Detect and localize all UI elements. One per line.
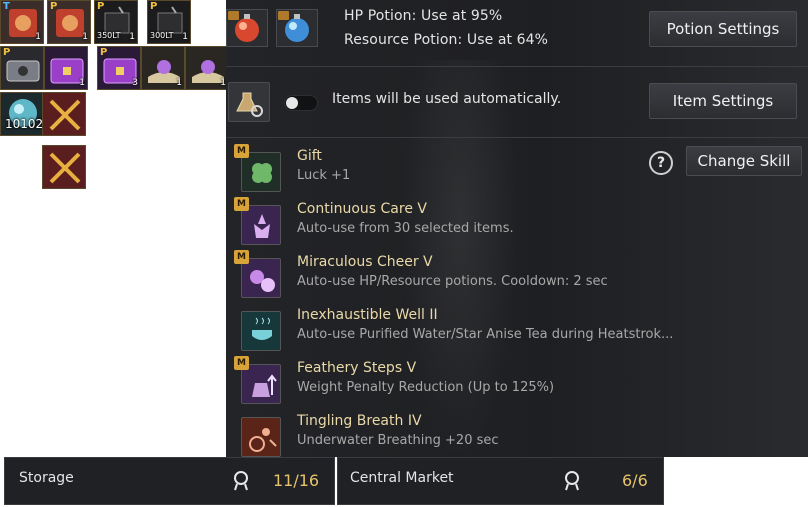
skill-desc: Underwater Breathing +20 sec: [297, 433, 499, 448]
skill-row-inexhaustible-well: Inexhaustible Well II Auto-use Purified …: [226, 307, 786, 357]
inventory-slot-orb-scroll[interactable]: 1: [141, 46, 185, 90]
inventory-slot-water-350[interactable]: P 350LT 1: [94, 0, 138, 44]
skill-name: Tingling Breath IV: [297, 413, 422, 429]
master-badge: M: [234, 250, 249, 264]
inventory-slot-water-300[interactable]: P 300LT 1: [147, 0, 191, 44]
auto-use-slot[interactable]: [228, 82, 270, 122]
fairy-icon: [241, 205, 281, 245]
potions-icon: [241, 258, 281, 298]
inventory-slot-relic-box[interactable]: T 1: [0, 0, 44, 44]
storage-label: Storage: [19, 470, 74, 486]
skill-name: Gift: [297, 148, 322, 164]
central-market-bar[interactable]: Central Market 6/6: [337, 457, 664, 505]
skill-name: Inexhaustible Well II: [297, 307, 438, 323]
breath-icon: [241, 417, 281, 457]
skill-desc: Auto-use from 30 selected items.: [297, 221, 514, 236]
skill-row-tingling-breath: Tingling Breath IV Underwater Breathing …: [226, 413, 786, 457]
master-badge: M: [234, 144, 249, 158]
inventory-slot-crossed-swords[interactable]: [42, 92, 86, 136]
skill-desc: Luck +1: [297, 168, 351, 183]
auto-use-panel: HP Potion: Use at 95% Resource Potion: U…: [226, 0, 808, 457]
toggle-knob: [286, 97, 298, 109]
skill-row-feathery-steps: M Feathery Steps V Weight Penalty Reduct…: [226, 356, 786, 410]
skill-name: Feathery Steps V: [297, 360, 417, 376]
auto-use-toggle[interactable]: [284, 95, 318, 111]
servant-icon: [234, 471, 248, 491]
storage-bar[interactable]: Storage 11/16: [4, 457, 335, 505]
skill-desc: Auto-use HP/Resource potions. Cooldown: …: [297, 274, 608, 289]
potion-settings-button[interactable]: Potion Settings: [649, 11, 797, 47]
servant-icon: [565, 471, 579, 491]
crossed-swords-icon: [43, 146, 85, 188]
resource-potion-text: Resource Potion: Use at 64%: [344, 32, 549, 48]
skill-name: Miraculous Cheer V: [297, 254, 433, 270]
potion-gear-icon: [236, 92, 263, 117]
skill-row-gift: M Gift Luck +1: [226, 144, 786, 198]
inventory-slot-crossed-swords-2[interactable]: [42, 145, 86, 189]
inventory-slot-orb-scroll-2[interactable]: 1: [185, 46, 229, 90]
potion-badge: [228, 11, 239, 20]
skill-desc: Weight Penalty Reduction (Up to 125%): [297, 380, 555, 395]
master-badge: M: [234, 197, 249, 211]
crossed-swords-icon: [43, 93, 85, 135]
weight-icon: [241, 364, 281, 404]
skill-desc: Auto-use Purified Water/Star Anise Tea d…: [297, 327, 674, 342]
hp-potion-text: HP Potion: Use at 95%: [344, 8, 503, 24]
clover-icon: [241, 152, 281, 192]
skill-name: Continuous Care V: [297, 201, 427, 217]
storage-value: 11/16: [273, 471, 320, 490]
teacup-icon: [241, 311, 281, 351]
divider: [226, 66, 808, 67]
skill-row-miraculous-cheer: M Miraculous Cheer V Auto-use HP/Resourc…: [226, 250, 786, 304]
inventory-slot-silver-coin[interactable]: 10102: [0, 92, 44, 136]
central-market-value: 6/6: [622, 471, 648, 490]
divider: [226, 137, 808, 138]
inventory-slot-purple-chest[interactable]: 1: [44, 46, 88, 90]
item-settings-button[interactable]: Item Settings: [649, 83, 797, 119]
master-badge: M: [234, 356, 249, 370]
inventory-slot-relic-box-2[interactable]: P 1: [47, 0, 91, 44]
potion-badge: [278, 11, 289, 20]
central-market-label: Central Market: [350, 470, 454, 486]
inventory-slot-silver-chest[interactable]: P: [0, 46, 44, 90]
inventory-slot-purple-chest-2[interactable]: P 3: [97, 46, 141, 90]
hp-potion-slot[interactable]: [226, 9, 268, 47]
skill-row-continuous-care: M Continuous Care V Auto-use from 30 sel…: [226, 197, 786, 251]
resource-potion-slot[interactable]: [276, 9, 318, 47]
auto-use-text: Items will be used automatically.: [332, 91, 562, 107]
